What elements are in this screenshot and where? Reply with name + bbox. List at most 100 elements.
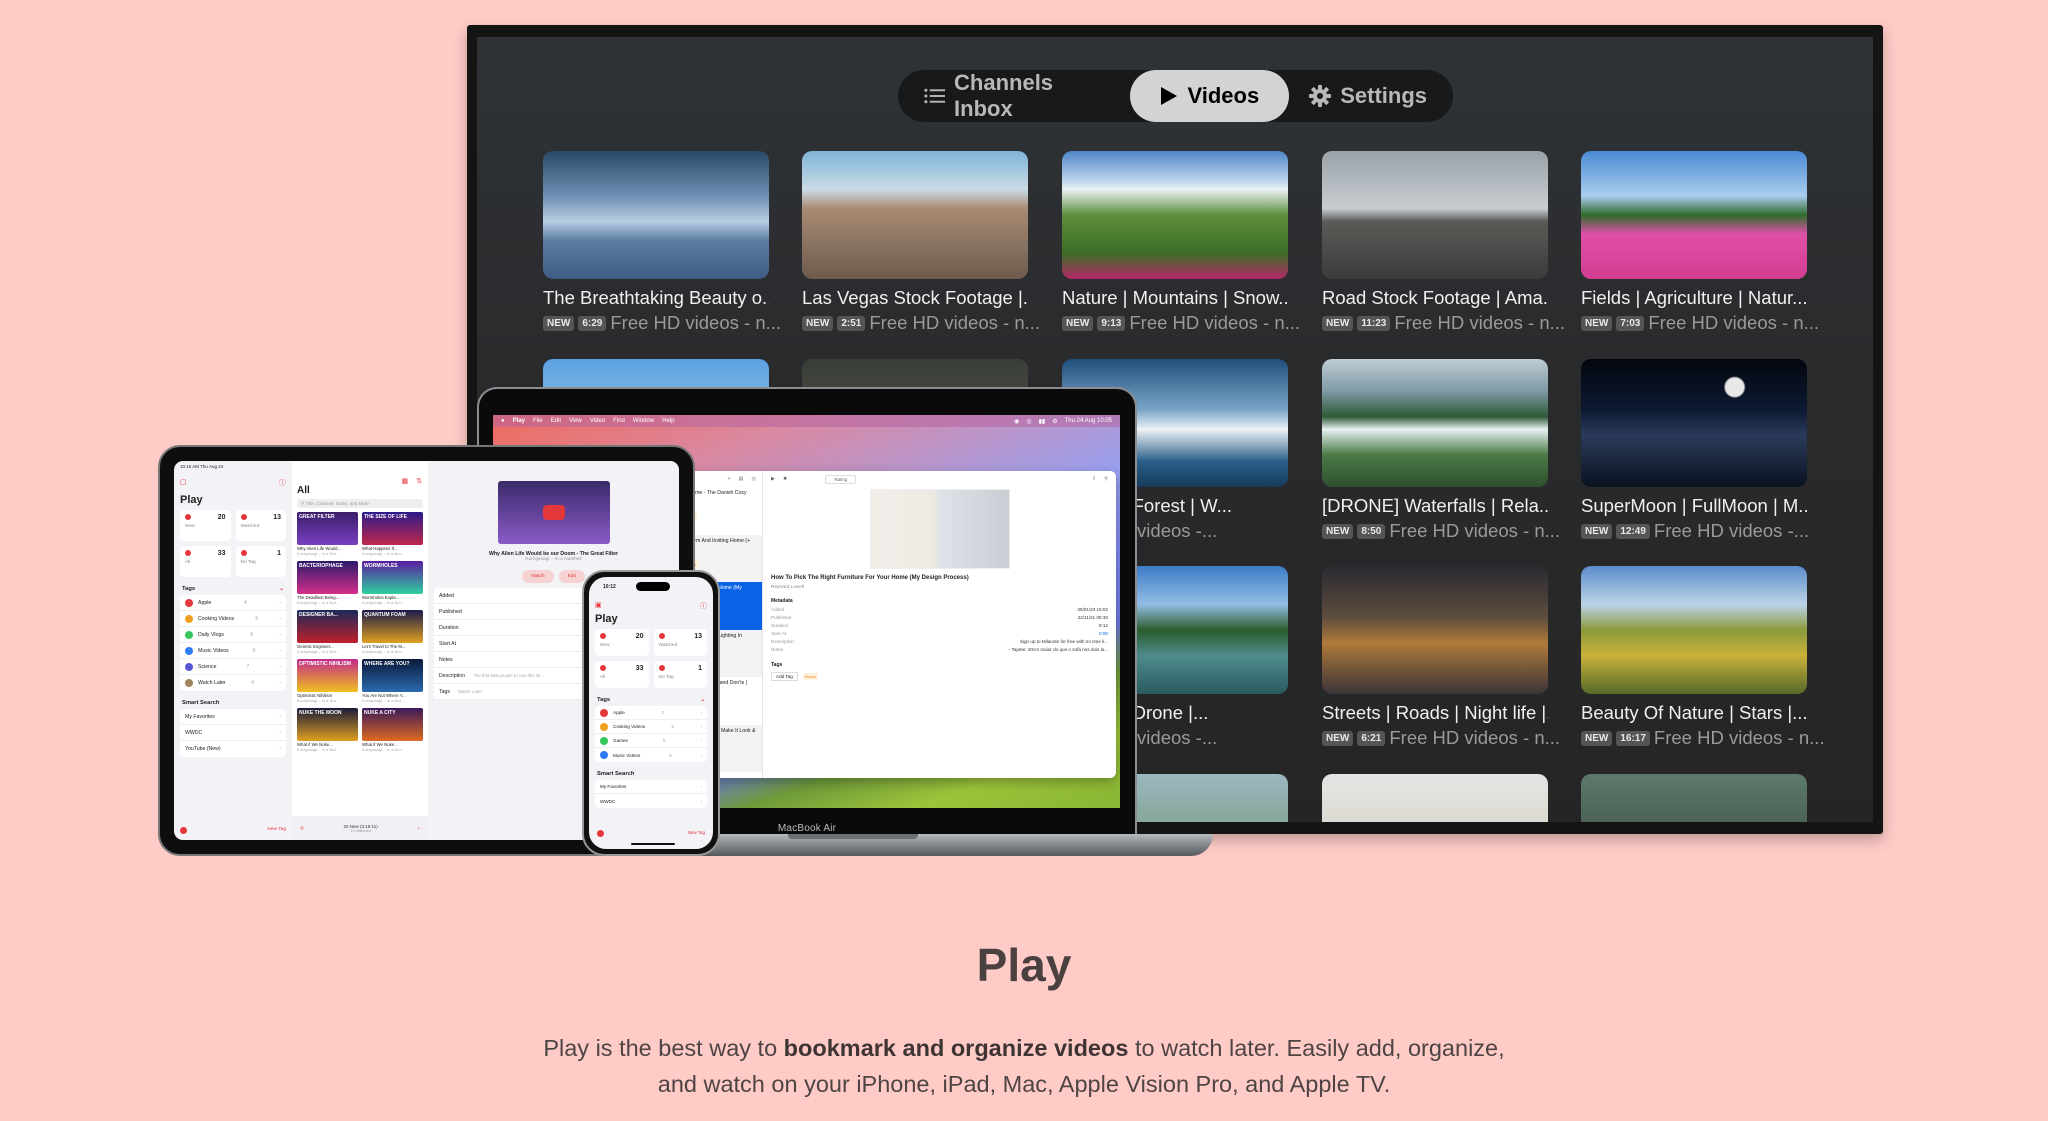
video-card[interactable] <box>1322 774 1548 822</box>
tab-videos[interactable]: Videos <box>1130 70 1290 122</box>
control-center-icon[interactable]: ⚙ <box>1052 418 1057 425</box>
watch-button[interactable]: Watch <box>522 570 554 583</box>
tag-item[interactable]: Cooking Videos 6 › <box>595 720 707 734</box>
tag-item[interactable]: Apple 4 › <box>180 595 286 611</box>
video-card[interactable]: [DRONE] Waterfalls | Rela... NEW 8:50 Free … <box>1322 359 1560 542</box>
badge-icon[interactable]: ✹ <box>783 476 787 482</box>
menu-item-window[interactable]: Window <box>633 418 654 424</box>
metadata-value[interactable]: - Tapete: 20cm maior do que o sofá nos d… <box>1009 647 1108 652</box>
video-card[interactable]: SuperMoon | FullMoon | M... NEW 12:49 Free … <box>1581 359 1809 542</box>
battery-icon[interactable]: ▮▮ <box>1039 418 1046 425</box>
tag-icon[interactable]: ▣ <box>595 601 602 611</box>
video-thumbnail[interactable]: WORMHOLES <box>362 561 423 594</box>
video-thumbnail[interactable]: DESIGNER BA... <box>297 610 358 643</box>
video-thumbnail[interactable]: NUKE A CITY <box>362 708 423 741</box>
video-card[interactable]: Streets | Roads | Night life |... NEW 6:21… <box>1322 566 1560 749</box>
sidebar-toggle-icon[interactable]: ▢ <box>180 478 187 488</box>
video-thumbnail[interactable]: QUANTUM FOAM <box>362 610 423 643</box>
video-card[interactable]: BACTERIOPHAGE The Deadliest Being... Kurzg… <box>297 561 358 605</box>
chevron-down-icon[interactable]: ⌄ <box>700 697 705 703</box>
stat-card-watched[interactable]: 13 Watched <box>235 510 286 541</box>
status-icon[interactable]: ◎ <box>1026 418 1031 425</box>
search-input[interactable]: ⚲ Title, Channel, Notes, and More <box>297 499 423 508</box>
tag-item[interactable]: Daily Vlogs 8 › <box>180 627 286 643</box>
video-thumbnail[interactable] <box>1322 774 1548 822</box>
video-thumbnail[interactable] <box>1322 566 1548 694</box>
menu-item-video[interactable]: Video <box>590 418 605 424</box>
video-card[interactable]: QUANTUM FOAM Let's Travel to The M... Kurz… <box>362 610 423 654</box>
smart-search-item[interactable]: WWDC › <box>180 725 286 741</box>
new-tag-button[interactable]: New Tag <box>267 827 286 834</box>
video-thumbnail[interactable] <box>1581 359 1807 487</box>
tag-item[interactable]: Science 7 › <box>180 659 286 675</box>
metadata-value[interactable]: Sign up to Milanote for free with no tim… <box>1020 639 1108 644</box>
video-card[interactable]: Road Stock Footage | Ama... NEW 11:23 Free … <box>1322 151 1565 334</box>
video-thumbnail[interactable]: GREAT FILTER <box>297 512 358 545</box>
grid-view-icon[interactable]: ▦ <box>402 477 409 485</box>
stat-card-all[interactable]: 33 All <box>180 546 231 577</box>
video-thumbnail[interactable] <box>1322 151 1548 279</box>
video-player[interactable] <box>497 481 610 544</box>
tag-item[interactable]: Music Videos 6 › <box>180 643 286 659</box>
video-card[interactable]: DESIGNER BA... Genetic Engineer... Kurzges… <box>297 610 358 654</box>
apple-logo-icon[interactable]: ● <box>501 418 505 424</box>
stat-card-new[interactable]: 20 New <box>595 629 649 656</box>
tag-item[interactable]: Games 5 › <box>595 734 707 748</box>
video-card[interactable]: GREAT FILTER Why Alien Life Would... Kurzg… <box>297 512 358 556</box>
filter-icon[interactable]: ◎ <box>300 825 304 831</box>
menu-item-help[interactable]: Help <box>662 418 674 424</box>
menu-item-file[interactable]: File <box>533 418 543 424</box>
tab-channels-inbox[interactable]: Channels Inbox <box>904 70 1130 122</box>
youtube-play-icon[interactable] <box>542 505 565 520</box>
rating-select[interactable]: Rating <box>825 474 857 484</box>
video-thumbnail[interactable] <box>1581 774 1807 822</box>
video-thumbnail[interactable]: THE SIZE OF LIFE <box>362 512 423 545</box>
add-video-icon[interactable]: + <box>417 826 420 831</box>
share-icon[interactable]: ⇧ <box>1092 476 1096 482</box>
stat-card-all[interactable]: 33 All <box>595 661 649 688</box>
video-card[interactable]: Fields | Agriculture | Natur... NEW 7:03 Fr… <box>1581 151 1819 334</box>
video-card[interactable] <box>1581 774 1807 822</box>
stat-card-no-tag[interactable]: 1 No Tag <box>235 546 286 577</box>
video-card[interactable]: Beauty Of Nature | Stars |... NEW 16:17 Fre… <box>1581 566 1825 749</box>
video-card[interactable]: NUKE A CITY What if We Nuke... Kurzgesagt … <box>362 708 423 752</box>
metadata-value[interactable]: 0:00 <box>1099 631 1108 636</box>
status-icon[interactable]: ◉ <box>1014 418 1019 425</box>
video-thumbnail[interactable]: WHERE ARE YOU? <box>362 659 423 692</box>
video-thumbnail[interactable] <box>802 151 1028 279</box>
video-thumbnail[interactable] <box>1322 359 1548 487</box>
stat-card-new[interactable]: 20 New <box>180 510 231 541</box>
video-card[interactable]: NUKE THE MOON What if We Nuke... Kurzgesag… <box>297 708 358 752</box>
tag-chip[interactable]: House <box>802 672 819 680</box>
video-thumbnail[interactable] <box>1581 566 1807 694</box>
video-thumbnail[interactable] <box>1062 151 1288 279</box>
tag-item[interactable]: Watch Later 4 › <box>180 675 286 691</box>
video-thumbnail[interactable] <box>1581 151 1807 279</box>
stat-card-watched[interactable]: 13 Watched <box>653 629 707 656</box>
play-button-icon[interactable]: ▶ <box>771 476 775 482</box>
add-icon[interactable]: + <box>728 476 731 482</box>
video-card[interactable]: Nature | Mountains | Snow... NEW 9:13 Free … <box>1062 151 1300 334</box>
search-icon[interactable]: ⚲ <box>1104 476 1108 482</box>
video-thumbnail[interactable] <box>869 489 1010 569</box>
video-card[interactable]: OPTIMISTIC NIHILISM Optimistic Nihilism Ku… <box>297 659 358 703</box>
edit-button[interactable]: Edit <box>558 570 585 583</box>
add-icon[interactable] <box>597 830 604 837</box>
video-thumbnail[interactable]: BACTERIOPHAGE <box>297 561 358 594</box>
tag-item[interactable]: Music Videos 5 › <box>595 748 707 762</box>
video-thumbnail[interactable]: OPTIMISTIC NIHILISM <box>297 659 358 692</box>
menu-item-find[interactable]: Find <box>613 418 625 424</box>
menu-item-play[interactable]: Play <box>513 418 525 424</box>
view-toggle-icon[interactable]: ▤ <box>739 476 744 482</box>
smart-search-item[interactable]: My Favorites › <box>595 780 707 794</box>
help-icon[interactable]: ⓘ <box>700 601 707 611</box>
video-card[interactable]: Las Vegas Stock Footage |... NEW 2:51 Free … <box>802 151 1040 334</box>
smart-search-item[interactable]: My Favorites › <box>180 709 286 725</box>
video-card[interactable]: WHERE ARE YOU? You Are Not Where Y... Kurz… <box>362 659 423 703</box>
tag-item[interactable]: Apple 3 › <box>595 706 707 720</box>
menu-clock[interactable]: Thu 24 Aug 10:05 <box>1065 418 1112 424</box>
tag-item[interactable]: Cooking Videos 5 › <box>180 611 286 627</box>
filter-icon[interactable]: ◎ <box>751 476 756 482</box>
chevron-down-icon[interactable]: ⌄ <box>279 586 284 592</box>
video-card[interactable]: WORMHOLES Wormholes Expla... Kurzgesagt – … <box>362 561 423 605</box>
